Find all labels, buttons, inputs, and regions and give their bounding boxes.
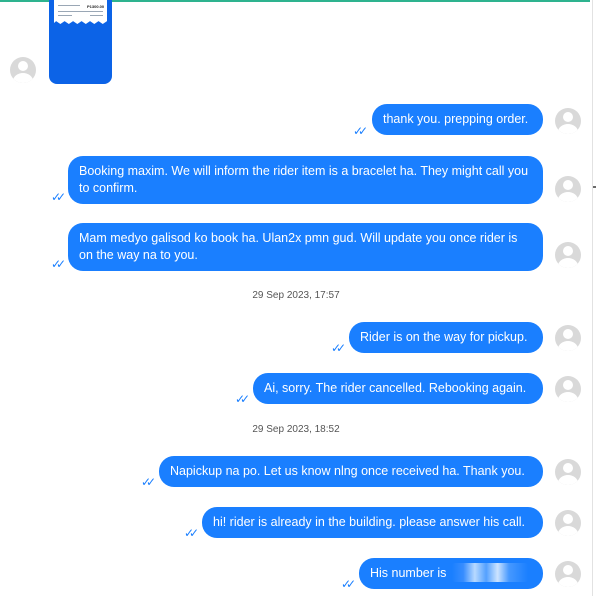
read-receipt-icon: ✓✓ <box>51 257 66 271</box>
chat-panel-border <box>592 0 593 596</box>
message-bubble: Mam medyo galisod ko book ha. Ulan2x pmn… <box>68 223 543 271</box>
read-receipt-icon: ✓✓ <box>341 577 356 591</box>
read-receipt-icon: ✓✓ <box>184 526 199 540</box>
message-bubble: hi! rider is already in the building. pl… <box>202 507 543 538</box>
read-receipt-icon: ✓✓ <box>353 124 368 138</box>
date-separator: 29 Sep 2023, 17:57 <box>252 290 340 301</box>
customer-avatar <box>10 57 36 83</box>
read-receipt-icon: ✓✓ <box>141 475 156 489</box>
date-separator: 29 Sep 2023, 18:52 <box>252 424 340 435</box>
agent-avatar <box>555 376 581 402</box>
message-bubble: Napickup na po. Let us know nlng once re… <box>159 456 543 487</box>
message-bubble: Booking maxim. We will inform the rider … <box>68 156 543 204</box>
agent-avatar <box>555 176 581 202</box>
message-bubble: thank you. prepping order. <box>372 104 543 135</box>
receipt-line <box>58 11 103 12</box>
receipt-line <box>58 15 72 16</box>
receipt-line <box>58 5 80 6</box>
receipt-amount: P1300.00 <box>87 4 105 9</box>
agent-avatar <box>555 510 581 536</box>
read-receipt-icon: ✓✓ <box>51 190 66 204</box>
receipt-line <box>90 15 103 16</box>
read-receipt-icon: ✓✓ <box>235 392 250 406</box>
message-bubble: Rider is on the way for pickup. <box>349 322 543 353</box>
agent-avatar <box>555 459 581 485</box>
agent-avatar <box>555 108 581 134</box>
receipt-preview: P1300.00 <box>54 0 107 24</box>
image-attachment[interactable]: P1300.00 <box>49 0 112 84</box>
agent-avatar <box>555 325 581 351</box>
redacted-phone-number <box>452 563 528 582</box>
message-bubble: Ai, sorry. The rider cancelled. Rebookin… <box>253 373 543 404</box>
agent-avatar <box>555 242 581 268</box>
read-receipt-icon: ✓✓ <box>331 341 346 355</box>
agent-avatar <box>555 561 581 587</box>
